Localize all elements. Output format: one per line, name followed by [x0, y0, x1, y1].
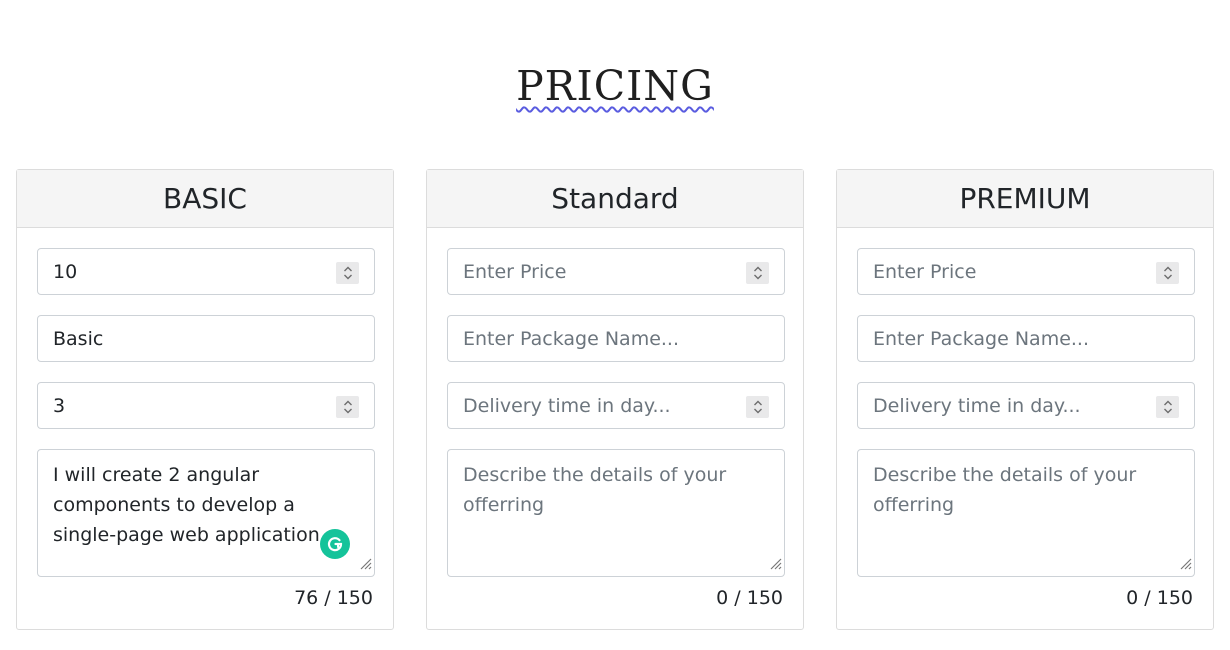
grammarly-icon[interactable] — [320, 529, 350, 559]
resize-grip-icon[interactable] — [1178, 555, 1192, 574]
page-title-text: PRICING — [516, 62, 714, 110]
pricing-card-basic: BASIC 76 / 150 — [16, 169, 394, 630]
pricing-card-standard: Standard 0 / 150 — [426, 169, 804, 630]
card-header-basic: BASIC — [17, 170, 393, 228]
delivery-spinner-icon[interactable] — [1156, 396, 1179, 418]
package-name-field-standard[interactable] — [447, 315, 785, 362]
price-field-basic[interactable] — [37, 248, 375, 295]
description-field-standard[interactable] — [447, 449, 785, 577]
delivery-input-standard[interactable] — [448, 383, 733, 428]
char-counter-premium: 0 / 150 — [1126, 587, 1193, 609]
delivery-spinner-icon[interactable] — [336, 396, 359, 418]
resize-grip-icon[interactable] — [358, 555, 372, 574]
description-textarea-standard[interactable] — [448, 450, 784, 576]
package-name-input-standard[interactable] — [448, 316, 733, 361]
char-counter-standard: 0 / 150 — [716, 587, 783, 609]
delivery-field-basic[interactable] — [37, 382, 375, 429]
price-input-standard[interactable] — [448, 249, 733, 294]
delivery-input-premium[interactable] — [858, 383, 1143, 428]
package-name-input-basic[interactable] — [38, 316, 323, 361]
description-textarea-basic[interactable] — [38, 450, 374, 576]
package-name-field-basic[interactable] — [37, 315, 375, 362]
description-field-premium[interactable] — [857, 449, 1195, 577]
price-spinner-icon[interactable] — [336, 262, 359, 284]
price-input-basic[interactable] — [38, 249, 323, 294]
delivery-spinner-icon[interactable] — [746, 396, 769, 418]
price-spinner-icon[interactable] — [1156, 262, 1179, 284]
card-header-premium: PREMIUM — [837, 170, 1213, 228]
delivery-field-standard[interactable] — [447, 382, 785, 429]
char-counter-basic: 76 / 150 — [294, 587, 373, 609]
description-textarea-premium[interactable] — [858, 450, 1194, 576]
page-title: PRICING — [0, 62, 1230, 110]
delivery-field-premium[interactable] — [857, 382, 1195, 429]
package-name-input-premium[interactable] — [858, 316, 1143, 361]
pricing-card-premium: PREMIUM 0 / 150 — [836, 169, 1214, 630]
price-field-premium[interactable] — [857, 248, 1195, 295]
price-spinner-icon[interactable] — [746, 262, 769, 284]
card-header-standard: Standard — [427, 170, 803, 228]
price-input-premium[interactable] — [858, 249, 1143, 294]
delivery-input-basic[interactable] — [38, 383, 323, 428]
package-name-field-premium[interactable] — [857, 315, 1195, 362]
resize-grip-icon[interactable] — [768, 555, 782, 574]
price-field-standard[interactable] — [447, 248, 785, 295]
description-field-basic[interactable] — [37, 449, 375, 577]
